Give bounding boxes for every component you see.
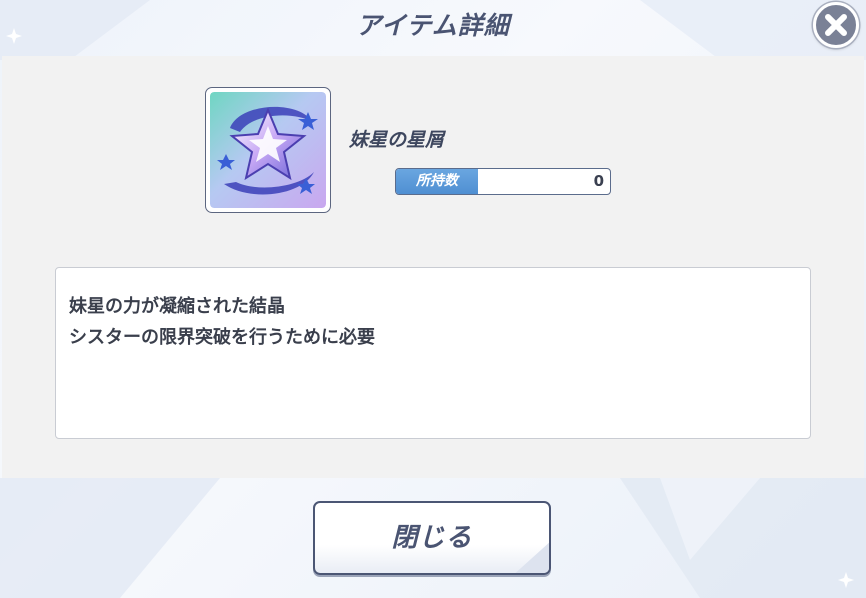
item-detail-dialog: アイテム詳細 妹星の星屑 所持数 0 妹星の力が凝縮された結晶 シスターの限界突… [0,0,866,598]
owned-count: 所持数 0 [395,168,611,195]
item-description-line: シスターの限界突破を行うために必要 [69,327,375,348]
owned-count-label: 所持数 [396,169,478,194]
star-shard-icon [210,92,326,208]
owned-count-value: 0 [593,172,604,190]
dialog-header: アイテム詳細 [0,0,866,56]
dialog-title: アイテム詳細 [356,11,510,40]
item-name: 妹星の星屑 [349,129,445,151]
close-icon [825,14,847,36]
close-dialog-button[interactable]: 閉じる [313,501,551,575]
close-dialog-button-label: 閉じる [391,523,473,553]
item-description-line: 妹星の力が凝縮された結晶 [69,296,285,317]
dialog-content: 妹星の星屑 所持数 0 妹星の力が凝縮された結晶 シスターの限界突破を行うために… [2,56,864,478]
item-icon-frame [205,87,331,213]
item-description-box: 妹星の力が凝縮された結晶 シスターの限界突破を行うために必要 [55,267,811,439]
close-button[interactable] [813,2,859,48]
